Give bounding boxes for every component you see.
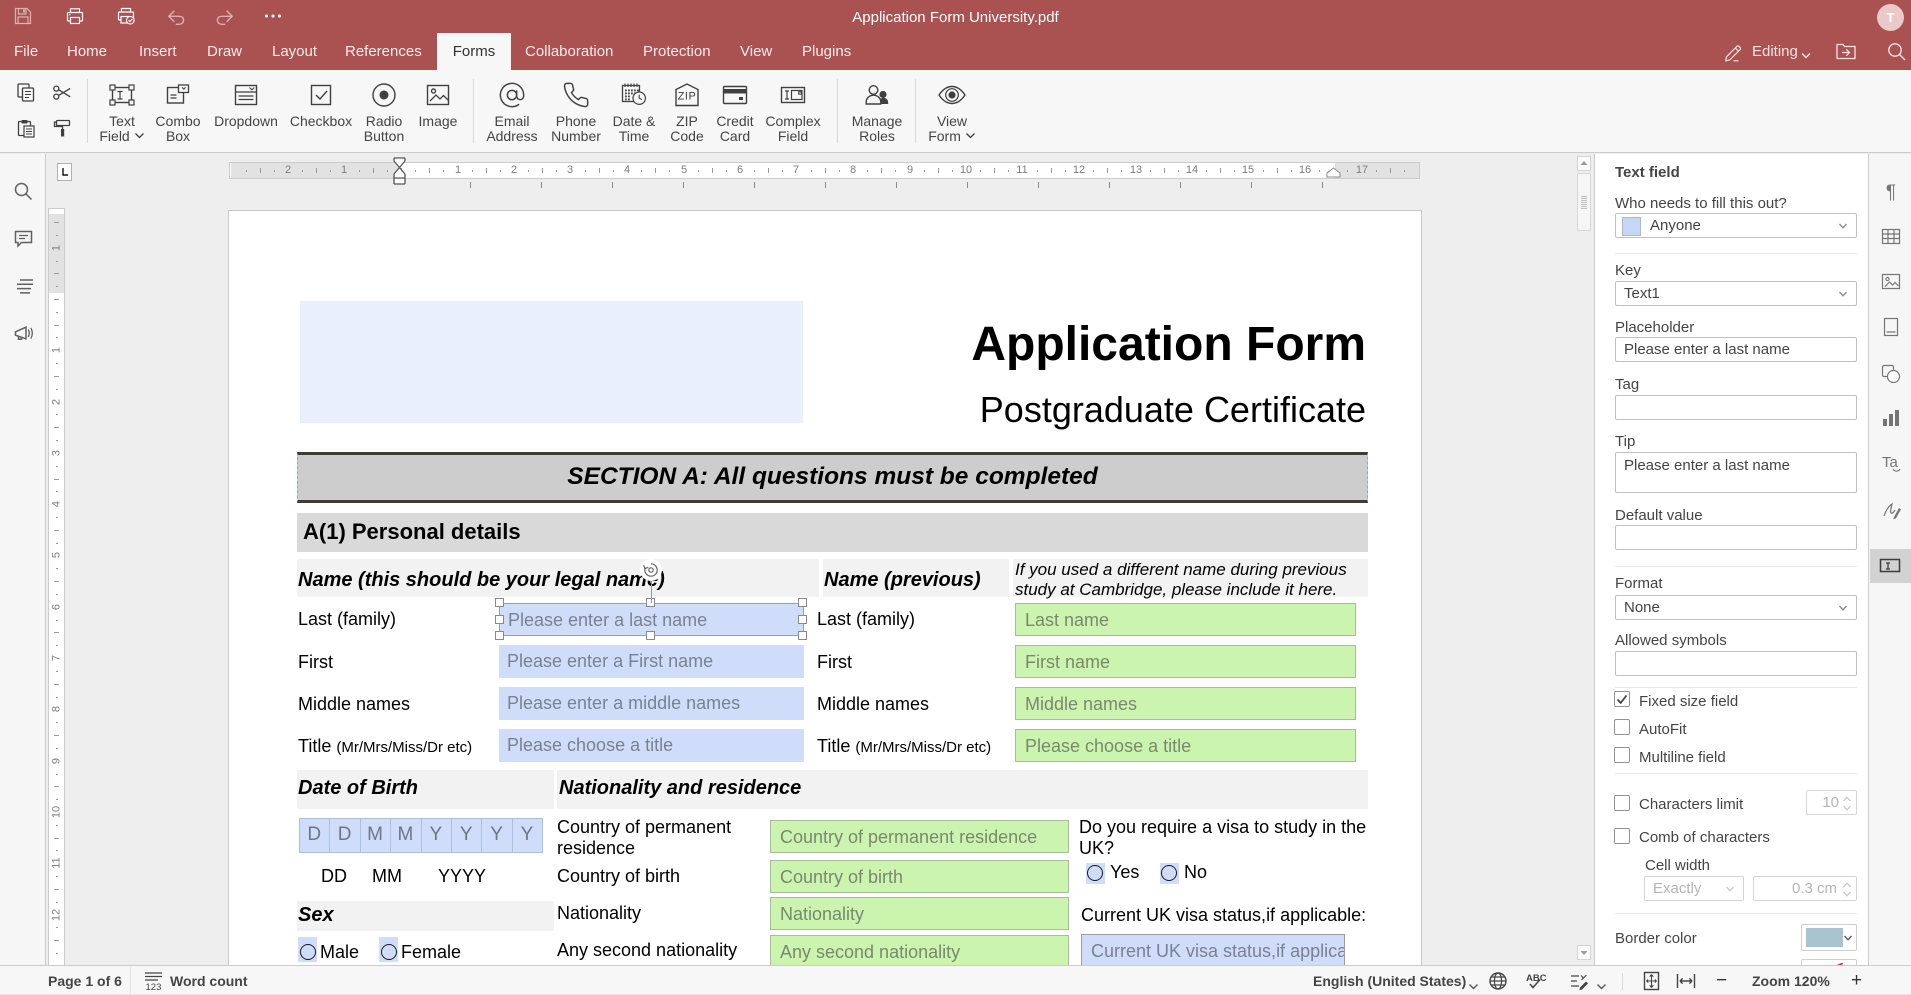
svg-text:Ta: Ta (1882, 454, 1899, 471)
svg-text:¶: ¶ (1886, 182, 1896, 202)
svg-text:ABC: ABC (1526, 973, 1547, 984)
svg-text:123: 123 (146, 982, 162, 992)
